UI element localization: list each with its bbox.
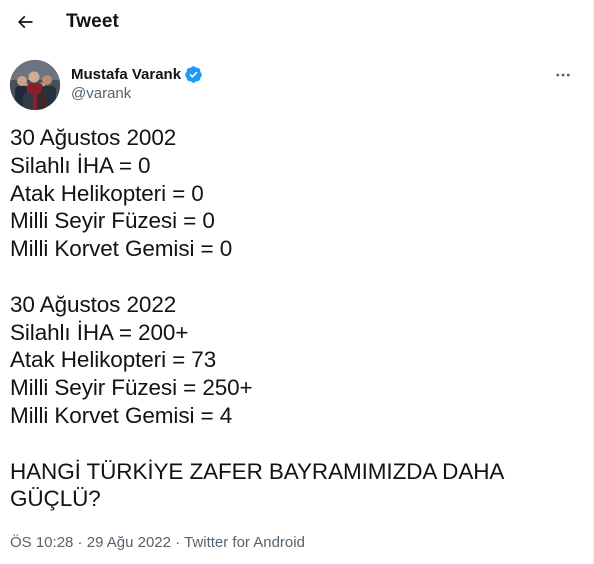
avatar-photo xyxy=(10,60,60,110)
more-options-button[interactable] xyxy=(548,60,578,90)
tweet-page: Tweet Mustafa Varank @varank 30 Ağustos … xyxy=(0,0,594,564)
tweet-line: Silahlı İHA = 0 xyxy=(10,152,151,178)
arrow-left-icon xyxy=(17,15,33,29)
tweet-line: Atak Helikopteri = 0 xyxy=(10,180,204,206)
more-horizontal-icon xyxy=(556,73,570,77)
tweet-client[interactable]: Twitter for Android xyxy=(184,534,305,551)
user-handle[interactable]: @varank xyxy=(71,85,131,102)
tweet-line: Milli Korvet Gemisi = 0 xyxy=(10,236,233,262)
meta-separator: · xyxy=(73,534,87,551)
meta-separator: · xyxy=(171,534,185,551)
tweet-line: Atak Helikopteri = 73 xyxy=(10,347,217,373)
tweet-line: Milli Seyir Füzesi = 0 xyxy=(10,208,215,234)
tweet-line: HANGİ TÜRKİYE ZAFER BAYRAMIMIZDA DAHA xyxy=(10,458,505,484)
back-button[interactable] xyxy=(8,5,42,39)
tweet-line: Milli Korvet Gemisi = 4 xyxy=(10,402,233,428)
display-name[interactable]: Mustafa Varank xyxy=(71,66,181,83)
tweet-author: Mustafa Varank @varank xyxy=(10,58,584,112)
tweet-time[interactable]: ÖS 10:28 xyxy=(10,534,73,551)
tweet-line: 30 Ağustos 2002 xyxy=(10,125,177,150)
line-spacer xyxy=(10,263,570,291)
tweet-text: 30 Ağustos 2002 Silahlı İHA = 0 Atak Hel… xyxy=(10,124,570,513)
tweet-line: 30 Ağustos 2022 xyxy=(10,291,177,317)
line-spacer xyxy=(10,430,570,458)
tweet-metadata: ÖS 10:28 · 29 Ağu 2022 · Twitter for And… xyxy=(10,534,305,551)
tweet-line: GÜÇLÜ? xyxy=(10,486,101,512)
page-header: Tweet xyxy=(0,0,593,46)
avatar[interactable] xyxy=(10,60,60,110)
page-title: Tweet xyxy=(66,11,119,32)
tweet-date[interactable]: 29 Ağu 2022 xyxy=(87,534,171,551)
verified-badge-icon xyxy=(184,65,203,84)
tweet-line: Silahlı İHA = 200+ xyxy=(10,319,189,345)
display-name-row: Mustafa Varank xyxy=(71,65,203,84)
tweet-line: Milli Seyir Füzesi = 250+ xyxy=(10,375,253,401)
